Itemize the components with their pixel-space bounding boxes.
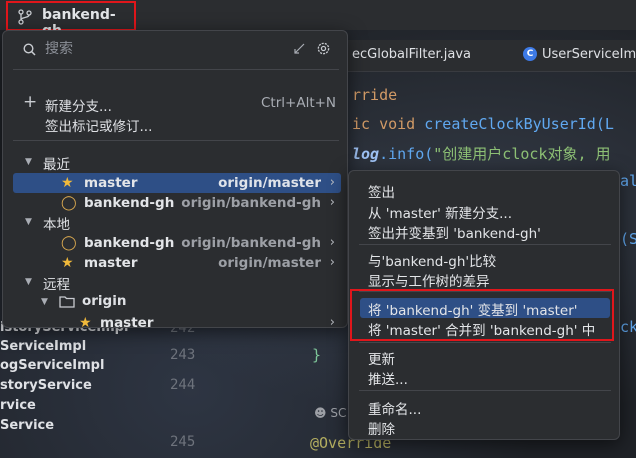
annotation-highlight-box (350, 289, 614, 341)
menu-rename[interactable]: 重命名... (368, 398, 421, 418)
expand-arrow-icon[interactable]: ▼ (25, 277, 32, 287)
code-keyword: ic void (352, 115, 425, 133)
tracking-branch: origin/master (218, 255, 321, 271)
star-icon: ★ (61, 175, 74, 191)
menu-checkout[interactable]: 签出 (368, 181, 395, 201)
remote-branch-row[interactable]: ★ master › (13, 313, 341, 333)
code-param-type: L (604, 115, 614, 133)
chevron-right-icon: › (329, 255, 335, 270)
collapse-all-icon[interactable] (293, 43, 305, 55)
checkout-tag-action[interactable]: 签出标记或修订... (45, 115, 152, 135)
tab-user-service[interactable]: UserServiceIm (542, 47, 636, 62)
menu-delete[interactable]: 删除 (368, 418, 395, 438)
branch-search-input[interactable] (45, 39, 245, 59)
branch-name: bankend-gh (84, 195, 175, 211)
code-fragment-2: (S (620, 230, 636, 248)
divider (13, 140, 339, 141)
local-branch-row[interactable]: ◯ bankend-gh origin/bankend-gh › (13, 233, 341, 253)
line-number: 245 (170, 434, 196, 450)
usages-author: SC (330, 406, 347, 420)
tree-item[interactable]: ogServiceImpl (0, 358, 104, 373)
tree-item[interactable]: Service (0, 418, 54, 433)
code-log-call: .info( (379, 145, 434, 163)
divider (359, 244, 611, 245)
expand-arrow-icon[interactable]: ▼ (25, 217, 32, 227)
code-fragment-1: al (620, 172, 636, 190)
divider (359, 342, 611, 343)
branch-name: bankend-gh (84, 235, 175, 251)
code-line-signature[interactable]: ic void createClockByUserId(L (352, 115, 614, 133)
menu-update[interactable]: 更新 (368, 348, 395, 368)
menu-show-diff[interactable]: 显示与工作树的差异 (368, 270, 490, 290)
line-number: 244 (170, 377, 196, 393)
chevron-right-icon: › (329, 315, 335, 330)
gear-icon[interactable] (316, 41, 331, 56)
tag-icon: ◯ (61, 235, 77, 251)
branch-name: master (84, 255, 138, 271)
code-fragment-3: ck (620, 318, 636, 336)
line-number: 243 (170, 347, 196, 363)
search-icon (23, 43, 36, 56)
tree-item[interactable]: storyService (0, 378, 92, 393)
code-line-log[interactable]: log.info("创建用户clock对象, 用 (352, 143, 611, 164)
new-branch-shortcut: Ctrl+Alt+N (261, 95, 337, 111)
recent-branch-row[interactable]: ◯ bankend-gh origin/bankend-gh › (13, 193, 341, 213)
tracking-branch: origin/bankend-gh (181, 235, 321, 251)
divider (359, 390, 611, 391)
remote-origin[interactable]: origin (82, 293, 126, 309)
recent-branch-row[interactable]: ★ master origin/master › (13, 173, 341, 193)
tag-icon: ◯ (61, 195, 77, 211)
chevron-right-icon: › (329, 175, 335, 190)
branch-widget[interactable]: bankend-gh (6, 1, 136, 39)
group-remote[interactable]: 远程 (43, 273, 70, 293)
new-branch-action[interactable]: 新建分支... (45, 95, 112, 115)
code-string: "创建用户clock对象, 用 (433, 145, 611, 163)
local-branch-row[interactable]: ★ master origin/master › (13, 253, 341, 273)
expand-arrow-icon[interactable]: ▼ (41, 297, 48, 307)
tree-item[interactable]: ServiceImpl (0, 339, 86, 354)
branches-popup: + 新建分支... Ctrl+Alt+N 签出标记或修订... ▼ 最近 ★ m… (2, 30, 348, 331)
expand-arrow-icon[interactable]: ▼ (25, 157, 32, 167)
tracking-branch: origin/bankend-gh (181, 195, 321, 211)
menu-push[interactable]: 推送... (368, 368, 408, 388)
project-tree: istoryServiceImpl ServiceImpl ogServiceI… (0, 318, 150, 458)
group-local[interactable]: 本地 (43, 213, 70, 233)
branch-name: master (100, 315, 154, 331)
menu-compare[interactable]: 与'bankend-gh'比较 (368, 250, 496, 270)
tree-item[interactable]: rvice (0, 398, 36, 413)
tab-global-filter[interactable]: ecGlobalFilter.java (352, 47, 471, 62)
chevron-right-icon: › (329, 195, 335, 210)
menu-new-branch-from[interactable]: 从 'master' 新建分支... (368, 202, 512, 222)
branch-name: master (84, 175, 138, 191)
chevron-right-icon: › (329, 235, 335, 250)
tracking-branch: origin/master (218, 175, 321, 191)
git-branch-icon (18, 9, 32, 25)
plus-icon: + (23, 92, 38, 112)
code-line-override[interactable]: rride (352, 86, 397, 104)
closing-brace: } (312, 346, 322, 364)
menu-checkout-rebase[interactable]: 签出并变基到 'bankend-gh' (368, 222, 541, 242)
class-icon: C (523, 47, 537, 61)
folder-icon (59, 296, 75, 308)
usages-hint: ☻ SC (314, 406, 347, 420)
divider (13, 69, 339, 70)
star-icon: ★ (79, 315, 92, 331)
code-log-field: log (352, 145, 380, 163)
group-recent[interactable]: 最近 (43, 153, 70, 173)
star-icon: ★ (61, 255, 74, 271)
code-method-name: createClockByUserId( (424, 115, 605, 133)
